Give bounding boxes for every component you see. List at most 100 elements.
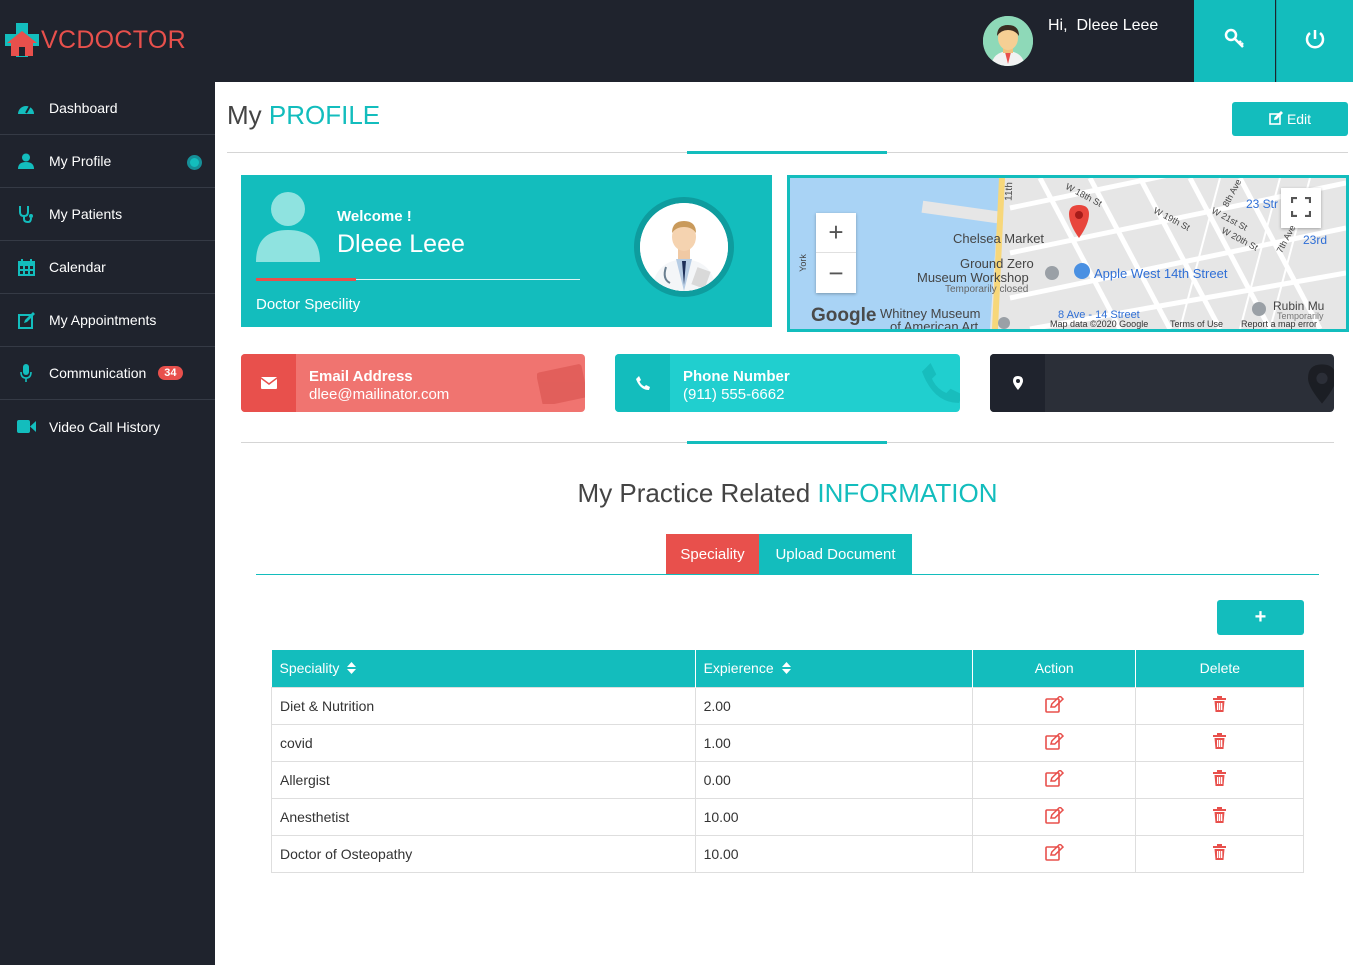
doctor-name: Dleee Leee <box>337 230 465 258</box>
active-indicator <box>187 155 202 170</box>
location-tile <box>990 354 1334 412</box>
key-icon <box>1224 28 1246 55</box>
speciality-cell: Diet & Nutrition <box>271 686 696 725</box>
trash-icon[interactable] <box>1213 770 1227 789</box>
user-silhouette-icon <box>256 190 320 262</box>
column-header-delete: Delete <box>1135 650 1304 687</box>
trash-icon[interactable] <box>1213 807 1227 826</box>
logout-button[interactable] <box>1276 0 1353 82</box>
trash-icon[interactable] <box>1213 844 1227 863</box>
video-icon <box>16 417 36 437</box>
zoom-out-button[interactable]: − <box>816 253 856 293</box>
table-header-row: Speciality Expierence Action Delete <box>271 650 1304 687</box>
delete-cell <box>1135 760 1304 799</box>
sidebar: Dashboard My Profile My Patients Calenda… <box>0 82 215 965</box>
trash-icon[interactable] <box>1213 733 1227 752</box>
action-cell <box>972 797 1137 836</box>
stethoscope-icon <box>16 204 36 224</box>
table-row: Doctor of Osteopathy 10.00 <box>271 834 1304 873</box>
card-divider-accent <box>256 278 356 281</box>
location-map[interactable]: + − Chelsea Market Ground Zero Museum Wo… <box>787 175 1349 332</box>
doctor-specialty-label: Doctor Specility <box>256 296 361 313</box>
map-label: Temporarily closed <box>945 284 1029 295</box>
sort-icon <box>347 661 357 677</box>
map-label: Museum Workshop <box>917 270 1029 285</box>
sidebar-item-video-call-history[interactable]: Video Call History <box>0 400 215 453</box>
map-label: 23 Str <box>1246 197 1279 211</box>
brand-name: VCDOCTOR <box>41 25 187 54</box>
sidebar-item-my-appointments[interactable]: My Appointments <box>0 294 215 347</box>
edit-profile-button[interactable]: Edit <box>1232 102 1348 136</box>
sidebar-item-communication[interactable]: Communication 34 <box>0 347 215 400</box>
user-greeting: Hi, Dleee Leee <box>1048 17 1159 34</box>
speciality-cell: Allergist <box>271 760 696 799</box>
notification-badge: 34 <box>158 366 183 380</box>
map-attribution: Map data ©2020 Google <box>1050 319 1149 329</box>
doctor-photo <box>634 197 734 297</box>
speciality-cell: covid <box>271 723 696 762</box>
map-label: of American Art <box>890 319 979 332</box>
sidebar-item-dashboard[interactable]: Dashboard <box>0 82 215 135</box>
edit-icon <box>16 310 36 330</box>
table-row: covid 1.00 <box>271 723 1304 762</box>
top-bar: VCDOCTOR Hi, Dleee Leee <box>0 0 1353 82</box>
map-label: Apple West 14th Street <box>1094 266 1228 281</box>
action-cell <box>972 723 1137 762</box>
edit-icon[interactable] <box>1044 694 1064 716</box>
delete-cell <box>1135 834 1304 873</box>
fullscreen-icon <box>1290 193 1312 224</box>
tab-upload-document[interactable]: Upload Document <box>759 534 912 574</box>
speciality-table: Speciality Expierence Action Delete Diet… <box>271 650 1304 873</box>
sidebar-item-calendar[interactable]: Calendar <box>0 241 215 294</box>
map-marker-icon <box>1308 362 1334 411</box>
edit-icon[interactable] <box>1044 805 1064 827</box>
edit-icon[interactable] <box>1044 842 1064 864</box>
fullscreen-button[interactable] <box>1281 188 1321 228</box>
logo[interactable]: VCDOCTOR <box>4 22 186 58</box>
phone-value: (911) 555-6662 <box>683 386 785 403</box>
edit-icon[interactable] <box>1044 731 1064 753</box>
user-icon <box>16 151 36 171</box>
table-row: Allergist 0.00 <box>271 760 1304 799</box>
divider-accent <box>687 441 887 444</box>
edit-icon[interactable] <box>1044 768 1064 790</box>
column-header-speciality[interactable]: Speciality <box>271 650 696 687</box>
table-row: Anesthetist 10.00 <box>271 797 1304 836</box>
google-logo: Google <box>811 305 877 326</box>
tab-speciality[interactable]: Speciality <box>666 534 759 574</box>
change-password-button[interactable] <box>1194 0 1275 82</box>
sort-icon <box>781 661 791 677</box>
welcome-text: Welcome ! <box>337 208 412 225</box>
delete-cell <box>1135 723 1304 762</box>
phone-icon <box>615 354 670 412</box>
column-header-experience[interactable]: Expierence <box>695 650 974 687</box>
sidebar-item-my-patients[interactable]: My Patients <box>0 188 215 241</box>
envelope-icon <box>241 354 296 412</box>
trash-icon[interactable] <box>1213 696 1227 715</box>
envelope-icon <box>536 362 585 409</box>
tab-underline <box>256 574 1319 575</box>
map-label: Chelsea Market <box>953 231 1045 246</box>
phone-label: Phone Number <box>683 368 790 385</box>
avatar[interactable] <box>983 16 1033 66</box>
delete-cell <box>1135 686 1304 725</box>
map-label: 11th <box>1003 181 1016 202</box>
add-speciality-button[interactable]: + <box>1217 600 1304 635</box>
zoom-controls: + − <box>816 213 856 293</box>
action-cell <box>972 686 1137 725</box>
experience-cell: 1.00 <box>694 723 974 762</box>
report-map-error-link[interactable]: Report a map error <box>1241 319 1317 329</box>
profile-card: Welcome ! Dleee Leee Doctor Specility <box>241 175 772 327</box>
phone-icon <box>922 362 960 409</box>
email-label: Email Address <box>309 368 413 385</box>
dashboard-icon <box>16 98 36 118</box>
sidebar-item-my-profile[interactable]: My Profile <box>0 135 215 188</box>
power-icon <box>1304 28 1326 55</box>
experience-cell: 2.00 <box>694 686 974 725</box>
column-header-action: Action <box>972 650 1137 687</box>
terms-link[interactable]: Terms of Use <box>1170 319 1223 329</box>
delete-cell <box>1135 797 1304 836</box>
zoom-in-button[interactable]: + <box>816 213 856 253</box>
edit-icon <box>1269 110 1283 128</box>
calendar-icon <box>16 257 36 277</box>
